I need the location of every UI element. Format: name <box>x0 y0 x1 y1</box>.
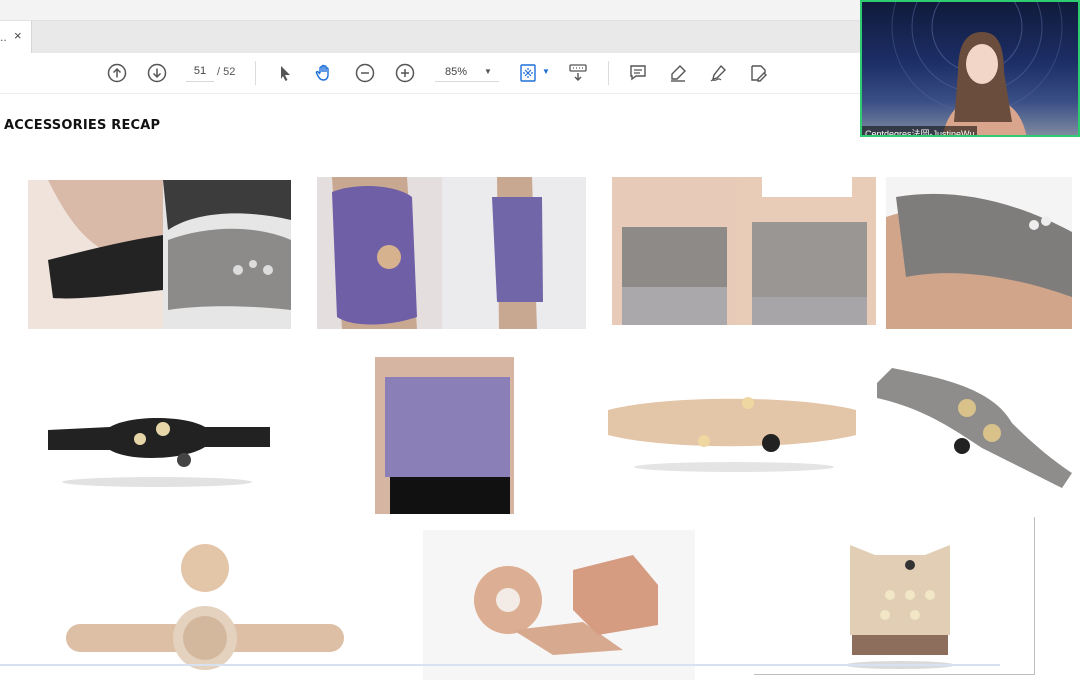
hand-tool-icon[interactable] <box>314 63 334 83</box>
zoom-value: 85% <box>445 66 468 78</box>
highlight-pen-icon[interactable] <box>668 63 688 83</box>
black-band-photo <box>40 405 275 490</box>
knee-brace-photo <box>317 177 586 329</box>
scroll-down-icon[interactable] <box>147 63 167 83</box>
neck-brace-photo <box>28 180 291 329</box>
elbow-brace-photo <box>886 177 1072 329</box>
pdf-toolbar: 51 / 52 85% ▼ <box>0 53 860 94</box>
page-number-input[interactable]: 51 <box>186 65 214 82</box>
participant-name-label: Centdegres法岡-JustineWu <box>862 126 978 135</box>
tab-close-icon[interactable]: × <box>14 28 22 43</box>
zoom-select[interactable]: 85% ▼ <box>435 65 499 82</box>
fit-dropdown-caret-icon[interactable]: ▼ <box>542 67 550 76</box>
sign-icon[interactable] <box>708 63 728 83</box>
select-arrow-icon[interactable] <box>275 63 295 83</box>
horizontal-scroll-indicator[interactable] <box>0 664 1000 666</box>
browser-top-strip <box>0 0 860 21</box>
disc-strap-photo <box>60 540 350 670</box>
comment-icon[interactable] <box>628 63 648 83</box>
tab-bar: .. × <box>0 21 860 53</box>
beige-belt-photo <box>606 395 859 475</box>
toolbar-divider <box>608 61 609 85</box>
waist-brace-photo <box>612 177 876 325</box>
zoom-out-icon[interactable] <box>355 63 375 83</box>
page-title: ACCESSORIES RECAP <box>4 118 161 133</box>
lumbar-brace-photo <box>375 357 514 514</box>
toolbar-divider <box>255 61 256 85</box>
grey-shoulder-brace-photo <box>872 368 1074 488</box>
zoom-in-icon[interactable] <box>395 63 415 83</box>
chevron-down-icon: ▼ <box>484 67 492 76</box>
edit-pdf-icon[interactable] <box>748 63 768 83</box>
fit-page-icon[interactable] <box>518 63 538 83</box>
page-total: / 52 <box>217 66 236 78</box>
video-call-thumbnail[interactable]: Centdegres法岡-JustineWu <box>860 0 1080 137</box>
read-mode-icon[interactable] <box>568 63 588 83</box>
kinesio-tape-box-photo <box>423 530 695 680</box>
scroll-up-icon[interactable] <box>107 63 127 83</box>
image-frame <box>754 517 1035 675</box>
document-tab[interactable]: .. × <box>0 21 32 53</box>
tab-title: .. <box>0 30 7 44</box>
